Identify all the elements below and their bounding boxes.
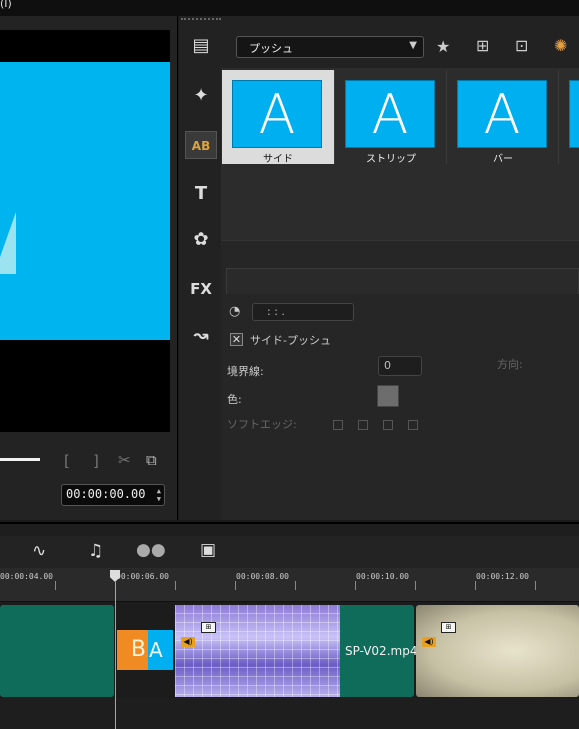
ruler-tick [235, 581, 236, 590]
ruler-tick [295, 581, 296, 590]
playhead-line [115, 582, 116, 729]
preview-frame [0, 62, 170, 340]
timecode-value: 00:00:00.00 [66, 487, 146, 501]
soft-edge-label: ソフトエッジ: [227, 418, 297, 431]
library-side-toolbar: ▤ ✦ AB T ✿ FX ↝ [179, 30, 221, 360]
soft-edge-medium[interactable] [383, 420, 393, 430]
ruler-tick [355, 581, 356, 590]
thumb-caption: バー [493, 154, 513, 165]
chapter-icon[interactable]: ▣ [200, 540, 216, 560]
transition-thumb-side[interactable]: A サイド [222, 70, 334, 165]
path-icon[interactable]: ↝ [185, 322, 217, 350]
thumb-image: A [457, 80, 547, 148]
graphic-icon[interactable]: ✿ [185, 226, 217, 254]
soft-edge-weak[interactable] [358, 420, 368, 430]
timecode-stepper[interactable]: ▲ ▼ [157, 487, 161, 503]
border-stepper[interactable]: 0 [378, 356, 422, 376]
sound-mixer-icon[interactable]: ♫ [88, 541, 103, 561]
thumb-image [569, 80, 579, 148]
video-clip[interactable] [0, 605, 114, 697]
ruler-tick [55, 581, 56, 590]
category-value: プッシュ [249, 42, 293, 55]
transition-clip-b[interactable]: B [117, 630, 148, 670]
soft-edge-strong[interactable] [408, 420, 418, 430]
side-push-checkbox[interactable]: ✕ [230, 333, 243, 346]
apply-random-icon[interactable]: ⊡ [515, 36, 528, 55]
timecode-field[interactable]: 00:00:00.00 ▲ ▼ [61, 484, 165, 506]
color-swatch[interactable] [377, 385, 399, 407]
transition-icon[interactable]: AB [185, 131, 217, 159]
transition-thumb-partial[interactable] [558, 70, 579, 164]
split-clip-icon[interactable]: ✂ [118, 451, 131, 469]
instant-project-icon[interactable]: ✦ [185, 82, 217, 110]
ruler-label: 00:00:12.00 [476, 572, 529, 581]
track-manager-icon[interactable]: ●● [136, 540, 166, 560]
duration-value: : : . [267, 305, 285, 318]
thumb-image: A [345, 80, 435, 148]
thumb-caption: サイド [263, 154, 293, 165]
direction-label: 方向: [497, 358, 523, 371]
mark-out-button[interactable]: ] [93, 452, 99, 470]
transition-clip-a[interactable]: A [148, 630, 173, 670]
audio-wave-icon[interactable]: ∿ [32, 541, 46, 561]
spin-up-icon[interactable]: ▲ [157, 487, 161, 495]
clip-thumbnail [175, 605, 340, 697]
soft-edge-none[interactable] [333, 420, 343, 430]
chevron-down-icon: ▼ [409, 40, 417, 51]
ruler-label: 00:00:10.00 [356, 572, 409, 581]
apply-transition-icon[interactable]: ⊞ [476, 36, 489, 55]
border-value: 0 [384, 359, 391, 372]
ruler-label: 00:00:06.00 [116, 572, 169, 581]
menu-item[interactable]: (I) [0, 0, 12, 10]
ruler-tick [535, 581, 536, 590]
video-clip-next[interactable] [416, 605, 579, 697]
transition-thumb-bar[interactable]: A バー [446, 70, 558, 165]
timeline-toolbar: ∿ ♫ ●● ▣ [0, 536, 579, 568]
spin-down-icon[interactable]: ▼ [157, 495, 161, 503]
thumb-image: A [232, 80, 322, 148]
ruler-label: 00:00:04.00 [0, 572, 53, 581]
title-icon[interactable]: T [185, 180, 217, 208]
ruler-tick [475, 581, 476, 590]
filter-icon[interactable]: FX [185, 275, 217, 303]
speaker-icon[interactable]: ◀) [181, 637, 195, 647]
transition-thumb-strip[interactable]: A ストリップ [334, 70, 446, 165]
duration-field[interactable]: : : . [252, 303, 354, 321]
copy-icon[interactable]: ⧉ [146, 451, 157, 469]
menu-bar: (I) [0, 0, 579, 16]
panel-grip[interactable] [181, 18, 221, 22]
options-wheel-icon[interactable]: ✺ [554, 36, 567, 55]
mark-in-button[interactable]: [ [64, 452, 70, 470]
transition-gallery: A サイド A ストリップ A バー [221, 68, 579, 240]
thumb-caption: ストリップ [366, 154, 416, 165]
border-label: 境界線: [227, 365, 264, 378]
options-tab[interactable] [226, 268, 579, 294]
ruler-tick [175, 581, 176, 590]
fx-badge-icon[interactable]: ⊞ [201, 622, 216, 633]
side-push-label: サイド-プッシュ [250, 334, 331, 347]
fx-badge-icon[interactable]: ⊞ [441, 622, 456, 633]
category-dropdown[interactable]: プッシュ ▼ [236, 36, 424, 58]
add-favorite-icon[interactable]: ★ [436, 37, 450, 56]
clip-name: SP-V02.mp4 [345, 644, 418, 658]
ruler-label: 00:00:08.00 [236, 572, 289, 581]
media-icon[interactable]: ▤ [185, 32, 217, 60]
preview-scrub-bar[interactable] [0, 458, 40, 461]
color-label: 色: [227, 393, 242, 406]
speaker-icon[interactable]: ◀) [422, 637, 436, 647]
clock-icon: ◔ [229, 304, 241, 319]
ruler-tick [415, 581, 416, 590]
preview-letter-shape [0, 212, 16, 274]
